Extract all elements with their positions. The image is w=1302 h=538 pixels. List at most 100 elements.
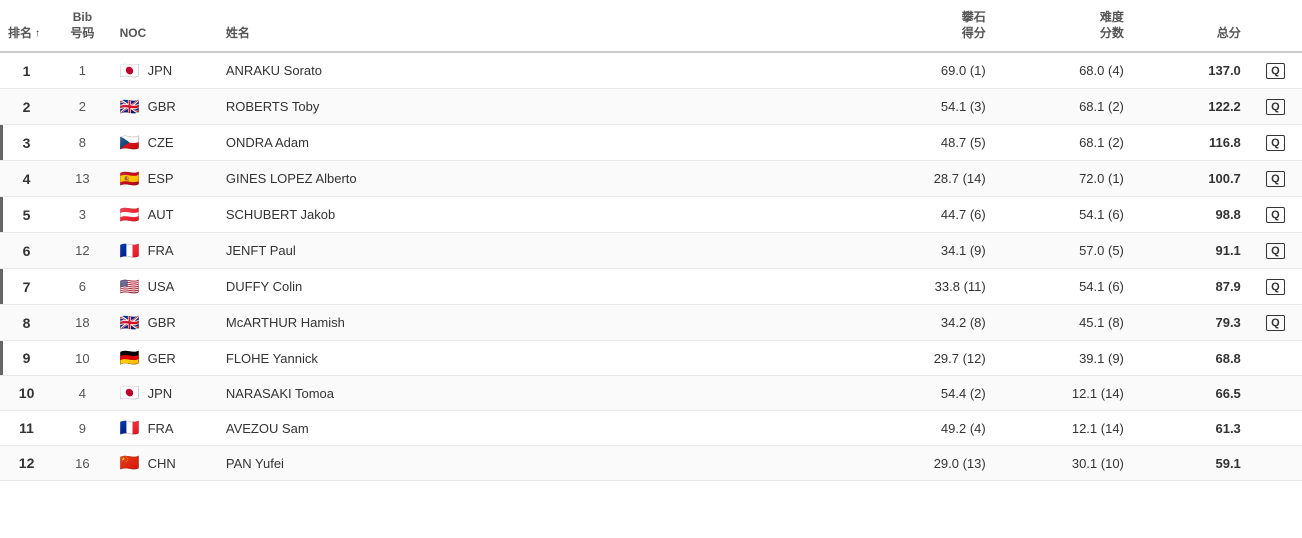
- bib-cell: 4: [53, 376, 111, 411]
- name-cell: NARASAKI Tomoa: [218, 376, 856, 411]
- boulder-score-cell: 34.2 (8): [856, 305, 994, 341]
- difficulty-score-cell: 57.0 (5): [994, 233, 1132, 269]
- rank-cell: 1: [0, 52, 53, 89]
- qualified-badge-cell: [1249, 341, 1302, 376]
- name-cell: GINES LOPEZ Alberto: [218, 161, 856, 197]
- difficulty-score-header: 难度分数: [994, 0, 1132, 52]
- table-row: 38🇨🇿CZEONDRA Adam48.7 (5)68.1 (2)116.8Q: [0, 125, 1302, 161]
- boulder-score-cell: 29.0 (13): [856, 446, 994, 481]
- table-row: 76🇺🇸USADUFFY Colin33.8 (11)54.1 (6)87.9Q: [0, 269, 1302, 305]
- table-row: 413🇪🇸ESPGINES LOPEZ Alberto28.7 (14)72.0…: [0, 161, 1302, 197]
- flag-icon: 🇫🇷: [120, 421, 140, 435]
- table-row: 104🇯🇵JPNNARASAKI Tomoa54.4 (2)12.1 (14)6…: [0, 376, 1302, 411]
- flag-icon: 🇦🇹: [120, 208, 140, 222]
- noc-text: JPN: [148, 63, 173, 78]
- qualified-badge: Q: [1266, 279, 1285, 295]
- boulder-score-cell: 48.7 (5): [856, 125, 994, 161]
- flag-icon: 🇺🇸: [120, 280, 140, 294]
- rank-cell: 11: [0, 411, 53, 446]
- name-cell: AVEZOU Sam: [218, 411, 856, 446]
- name-cell: ONDRA Adam: [218, 125, 856, 161]
- qualified-badge-cell: [1249, 376, 1302, 411]
- name-cell: JENFT Paul: [218, 233, 856, 269]
- total-score-cell: 98.8: [1132, 197, 1249, 233]
- noc-text: USA: [148, 279, 175, 294]
- rank-cell: 2: [0, 89, 53, 125]
- rank-cell: 8: [0, 305, 53, 341]
- bib-cell: 6: [53, 269, 111, 305]
- name-cell: PAN Yufei: [218, 446, 856, 481]
- bib-cell: 2: [53, 89, 111, 125]
- bib-cell: 3: [53, 197, 111, 233]
- rank-cell: 7: [0, 269, 53, 305]
- boulder-score-cell: 33.8 (11): [856, 269, 994, 305]
- noc-text: JPN: [148, 386, 173, 401]
- noc-text: CHN: [148, 456, 176, 471]
- total-score-cell: 100.7: [1132, 161, 1249, 197]
- qualified-badge-cell: Q: [1249, 197, 1302, 233]
- noc-cell: 🇫🇷FRA: [112, 233, 218, 269]
- table-row: 818🇬🇧GBRMcARTHUR Hamish34.2 (8)45.1 (8)7…: [0, 305, 1302, 341]
- noc-cell: 🇫🇷 FRA: [112, 411, 218, 446]
- bib-cell: 9: [53, 411, 111, 446]
- noc-cell: 🇬🇧 GBR: [112, 305, 218, 341]
- difficulty-score-cell: 30.1 (10): [994, 446, 1132, 481]
- left-bar-indicator: [0, 341, 3, 375]
- name-cell: ROBERTS Toby: [218, 89, 856, 125]
- noc-cell: 🇬🇧 GBR: [112, 89, 218, 125]
- total-score-cell: 87.9: [1132, 269, 1249, 305]
- noc-cell: 🇩🇪GER: [112, 341, 218, 376]
- table-body: 11🇯🇵JPNANRAKU Sorato69.0 (1)68.0 (4)137.…: [0, 52, 1302, 481]
- rank-cell: 3: [0, 125, 53, 161]
- results-table: 排名 ↑ Bib号码 NOC 姓名 攀石得分 难度分数: [0, 0, 1302, 481]
- boulder-score-header: 攀石得分: [856, 0, 994, 52]
- boulder-score-cell: 69.0 (1): [856, 52, 994, 89]
- qualified-badge-cell: Q: [1249, 269, 1302, 305]
- table-row: 22🇬🇧GBRROBERTS Toby54.1 (3)68.1 (2)122.2…: [0, 89, 1302, 125]
- name-cell: McARTHUR Hamish: [218, 305, 856, 341]
- qualified-badge-cell: Q: [1249, 89, 1302, 125]
- bib-cell: 10: [53, 341, 111, 376]
- left-bar-indicator: [0, 197, 3, 232]
- noc-text: FRA: [148, 421, 174, 436]
- qualified-badge-cell: Q: [1249, 52, 1302, 89]
- noc-text: AUT: [148, 207, 174, 222]
- qualified-badge-cell: [1249, 446, 1302, 481]
- noc-cell: 🇦🇹 AUT: [112, 197, 218, 233]
- noc-text: GBR: [148, 99, 176, 114]
- total-score-cell: 79.3: [1132, 305, 1249, 341]
- rank-cell: 9: [0, 341, 53, 376]
- total-score-cell: 59.1: [1132, 446, 1249, 481]
- left-bar-indicator: [0, 125, 3, 160]
- table-row: 612🇫🇷FRAJENFT Paul34.1 (9)57.0 (5)91.1Q: [0, 233, 1302, 269]
- bib-header: Bib号码: [53, 0, 111, 52]
- boulder-score-cell: 28.7 (14): [856, 161, 994, 197]
- rank-header[interactable]: 排名 ↑: [0, 0, 53, 52]
- total-score-cell: 61.3: [1132, 411, 1249, 446]
- flag-icon: 🇬🇧: [120, 100, 140, 114]
- difficulty-score-cell: 68.1 (2): [994, 125, 1132, 161]
- table-row: 53🇦🇹AUTSCHUBERT Jakob44.7 (6)54.1 (6)98.…: [0, 197, 1302, 233]
- difficulty-score-cell: 39.1 (9): [994, 341, 1132, 376]
- rank-cell: 6: [0, 233, 53, 269]
- noc-text: ESP: [148, 171, 174, 186]
- total-score-cell: 91.1: [1132, 233, 1249, 269]
- rank-cell: 12: [0, 446, 53, 481]
- flag-icon: 🇬🇧: [120, 316, 140, 330]
- boulder-score-cell: 54.1 (3): [856, 89, 994, 125]
- name-cell: ANRAKU Sorato: [218, 52, 856, 89]
- qualified-badge-cell: [1249, 411, 1302, 446]
- table-header-row: 排名 ↑ Bib号码 NOC 姓名 攀石得分 难度分数: [0, 0, 1302, 52]
- difficulty-score-cell: 12.1 (14): [994, 376, 1132, 411]
- qualified-badge: Q: [1266, 63, 1285, 79]
- flag-icon: 🇨🇿: [120, 136, 140, 150]
- noc-cell: 🇨🇳CHN: [112, 446, 218, 481]
- left-bar-indicator: [0, 269, 3, 304]
- flag-icon: 🇪🇸: [120, 172, 140, 186]
- qualified-badge: Q: [1266, 207, 1285, 223]
- boulder-score-cell: 29.7 (12): [856, 341, 994, 376]
- name-cell: FLOHE Yannick: [218, 341, 856, 376]
- qualified-badge-cell: Q: [1249, 125, 1302, 161]
- table-row: 1216🇨🇳CHNPAN Yufei29.0 (13)30.1 (10)59.1: [0, 446, 1302, 481]
- noc-text: GBR: [148, 315, 176, 330]
